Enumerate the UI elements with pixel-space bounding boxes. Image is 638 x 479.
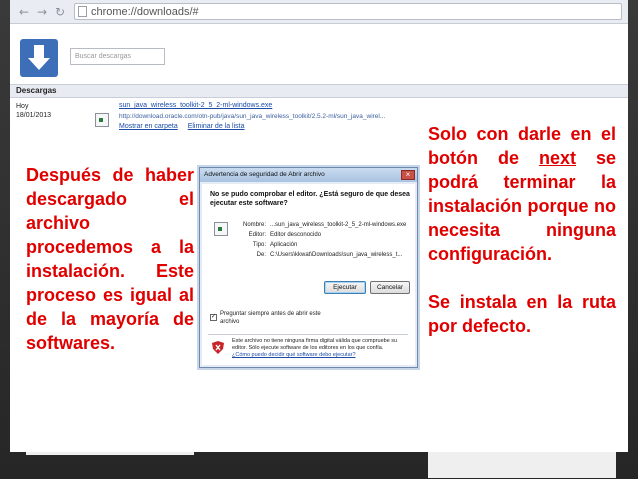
remove-from-list-link[interactable]: Eliminar de la lista	[188, 123, 245, 130]
exe-file-icon	[95, 113, 109, 127]
page-icon	[78, 6, 87, 17]
download-arrow-icon	[20, 39, 58, 77]
downloaded-file-link[interactable]: sun_java_wireless_toolkit-2_5_2-ml-windo…	[119, 102, 272, 109]
next-word: next	[538, 148, 576, 168]
section-title: Descargas	[16, 86, 57, 95]
right-annotation: Solo con darle en el botón de next se po…	[428, 122, 616, 478]
field-type: Tipo: Aplicación	[252, 242, 298, 248]
right-annotation-text-1: Solo con darle en el botón de next se po…	[428, 124, 616, 264]
cancel-button[interactable]: Cancelar	[370, 281, 410, 294]
field-publisher: Editor: Editor desconocido	[248, 232, 322, 238]
field-name: Nombre: ...sun_java_wireless_toolkit-2_5_…	[242, 222, 407, 228]
forward-arrow-icon[interactable]: →	[34, 4, 50, 20]
download-date: Hoy 18/01/2013	[16, 102, 51, 120]
footer-text: Este archivo no tiene ninguna firma digi…	[232, 338, 398, 351]
left-annotation: Después de haber descargado el archivo p…	[26, 163, 194, 455]
close-icon[interactable]: ×	[401, 170, 415, 180]
help-link[interactable]: ¿Cómo puedo decidir qué software debo ej…	[232, 352, 356, 358]
downloads-header: Buscar descargas	[10, 34, 628, 84]
dialog-title: Advertencia de seguridad de Abrir archiv…	[200, 168, 417, 182]
always-ask-label: Preguntar siempre antes de abrir este ar…	[220, 311, 321, 325]
dialog-heading: No se pudo comprobar el editor. ¿Está se…	[210, 191, 410, 207]
dialog-body: No se pudo comprobar el editor. ¿Está se…	[202, 184, 415, 365]
show-in-folder-link[interactable]: Mostrar en carpeta	[119, 123, 178, 130]
browser-toolbar: ← → ↻ chrome://downloads/#	[10, 0, 628, 24]
back-arrow-icon[interactable]: ←	[16, 4, 32, 20]
address-bar[interactable]: chrome://downloads/#	[74, 3, 622, 20]
left-annotation-text: Después de haber descargado el archivo p…	[26, 165, 194, 353]
right-annotation-text-2: Se instala en la ruta por defecto.	[428, 292, 616, 336]
program-icon	[214, 222, 228, 236]
dialog-separator	[208, 334, 408, 335]
security-shield-icon	[212, 341, 224, 354]
search-downloads-input[interactable]: Buscar descargas	[70, 48, 165, 65]
always-ask-checkbox[interactable]: ✓	[210, 314, 217, 321]
dialog-footer: Este archivo no tiene ninguna firma digi…	[232, 338, 410, 359]
run-button[interactable]: Ejecutar	[324, 281, 366, 294]
downloads-section-bar: Descargas	[10, 84, 628, 98]
file-actions: Mostrar en carpeta Eliminar de la lista	[119, 123, 253, 130]
download-source-url[interactable]: http://download.oracle.com/otn-pub/java/…	[119, 113, 385, 120]
day-label: Hoy	[16, 103, 29, 110]
address-url: chrome://downloads/#	[91, 6, 199, 18]
security-warning-dialog: Advertencia de seguridad de Abrir archiv…	[199, 167, 418, 368]
field-from: De: C:\Users\kkwat\Downloads\sun_java_wir…	[256, 252, 403, 258]
reload-icon[interactable]: ↻	[52, 4, 68, 20]
date-label: 18/01/2013	[16, 112, 52, 119]
